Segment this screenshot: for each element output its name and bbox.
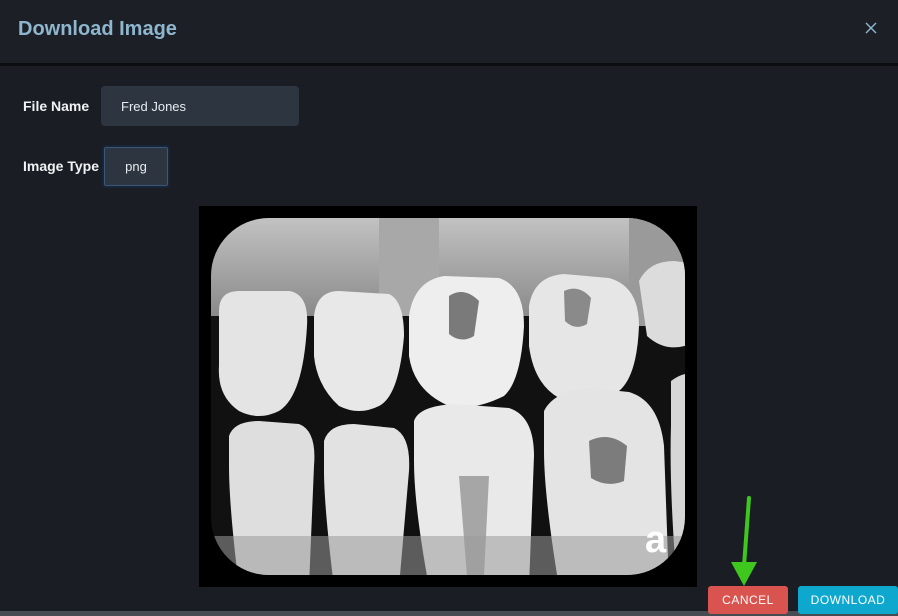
close-icon: [865, 22, 877, 34]
dialog-header: Download Image: [0, 0, 898, 66]
file-name-input[interactable]: [101, 86, 299, 126]
download-button[interactable]: DOWNLOAD: [798, 586, 898, 614]
file-name-label: File Name: [23, 98, 90, 114]
preview-watermark: a: [645, 519, 667, 561]
download-button-label: DOWNLOAD: [810, 593, 886, 607]
image-type-select[interactable]: png: [102, 145, 170, 188]
dental-xray-image: a: [211, 218, 685, 575]
cancel-button[interactable]: CANCEL: [708, 586, 788, 614]
close-button[interactable]: [862, 19, 880, 37]
dialog-title: Download Image: [18, 18, 177, 40]
image-type-value: png: [125, 159, 147, 174]
arrow-down-icon: [731, 496, 757, 586]
cancel-button-label: CANCEL: [722, 593, 774, 607]
image-preview: a: [199, 206, 697, 587]
image-type-label: Image Type: [23, 158, 99, 174]
